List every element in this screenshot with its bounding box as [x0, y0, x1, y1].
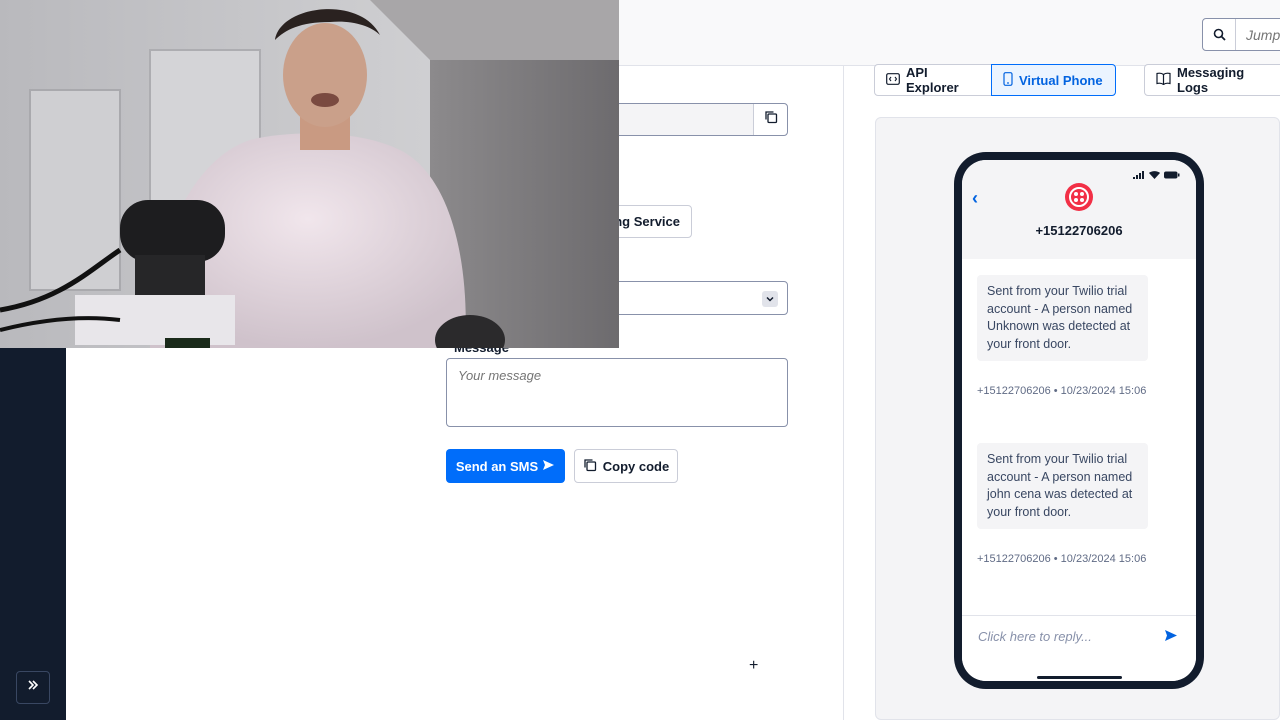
webcam-overlay	[0, 0, 619, 348]
message-textarea[interactable]	[446, 358, 788, 427]
send-sms-button[interactable]: Send an SMS	[446, 449, 565, 483]
panel-divider	[843, 66, 844, 720]
expand-sidebar-button[interactable]	[16, 671, 50, 704]
book-icon	[1156, 72, 1171, 88]
send-arrow-icon	[542, 459, 555, 474]
twilio-logo-icon	[1065, 183, 1093, 211]
from-number-field[interactable]	[600, 103, 788, 136]
search-input[interactable]	[1236, 26, 1280, 43]
back-chevron-icon[interactable]: ‹	[972, 188, 978, 209]
contact-number: +15122706206	[1035, 223, 1123, 238]
tab-api-explorer-label: API Explorer	[906, 65, 959, 95]
code-icon	[886, 72, 900, 88]
message-bubble: Sent from your Twilio trial account - A …	[977, 443, 1148, 529]
reply-input[interactable]: Click here to reply...	[978, 629, 1092, 644]
tab-messaging-logs-label: Messaging Logs	[1177, 65, 1245, 95]
message-bubble: Sent from your Twilio trial account - A …	[977, 275, 1148, 361]
tab-messaging-logs[interactable]: Messaging Logs	[1144, 64, 1280, 96]
recipient-select[interactable]	[600, 281, 788, 315]
copy-code-button[interactable]: Copy code	[574, 449, 678, 483]
signal-icon	[1133, 166, 1145, 184]
conversation-header: ‹ +15122706206	[962, 160, 1196, 259]
chevron-down-icon	[762, 291, 778, 307]
status-bar	[1133, 166, 1180, 184]
phone-screen: ‹ +15122706206 Sent from your Twilio tri…	[962, 160, 1196, 681]
message-meta: +15122706206 • 10/23/2024 15:06	[977, 385, 1147, 397]
send-reply-icon[interactable]	[1164, 629, 1178, 647]
crosshair-cursor-icon: +	[749, 657, 759, 674]
search-icon	[1203, 19, 1236, 50]
tab-api-explorer[interactable]: API Explorer	[874, 64, 992, 96]
reply-bar: Click here to reply...	[962, 615, 1196, 681]
messaging-service-label: ng Service	[614, 214, 680, 229]
send-sms-label: Send an SMS	[455, 458, 539, 474]
tab-virtual-phone-label: Virtual Phone	[1019, 72, 1103, 88]
battery-icon	[1164, 166, 1180, 184]
copy-field-button[interactable]	[753, 104, 787, 135]
search-box[interactable]	[1202, 18, 1280, 51]
wifi-icon	[1149, 166, 1160, 184]
double-chevron-right-icon	[26, 678, 40, 697]
message-meta: +15122706206 • 10/23/2024 15:06	[977, 553, 1147, 565]
copy-icon	[764, 110, 778, 129]
copy-icon	[583, 458, 597, 475]
copy-code-label: Copy code	[602, 458, 670, 474]
phone-icon	[1003, 71, 1013, 89]
tab-virtual-phone[interactable]: Virtual Phone	[991, 64, 1116, 96]
home-indicator	[1037, 676, 1122, 679]
webcam-video-image	[0, 0, 619, 348]
